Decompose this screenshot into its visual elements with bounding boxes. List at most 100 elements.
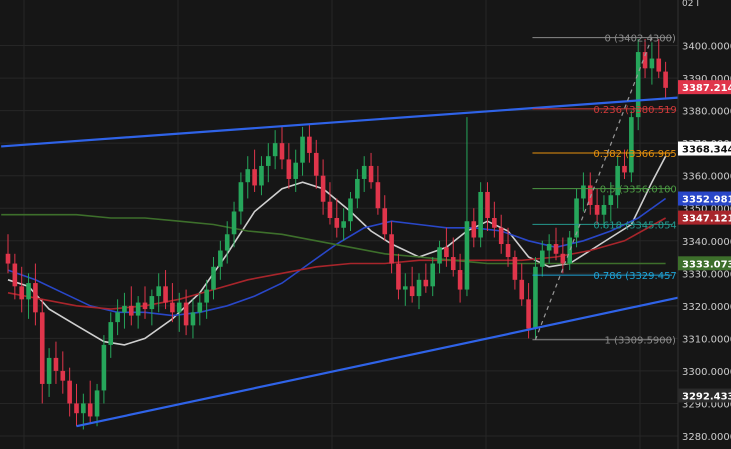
candle — [341, 208, 346, 241]
candle-body — [108, 322, 114, 345]
candle — [492, 201, 497, 238]
price-tag-label: 3347.1211 — [682, 214, 731, 225]
candle-body — [115, 312, 120, 323]
chart-container: 0 (3402.4300) 0.236 (3380.5198) 0.382 (336… — [0, 0, 731, 449]
candle-body — [430, 263, 435, 287]
moving-average-line — [7, 155, 667, 346]
candle — [238, 172, 244, 225]
candle — [382, 195, 388, 241]
candle-body — [197, 302, 203, 313]
candle — [478, 182, 483, 248]
candle — [430, 257, 435, 297]
candle-body — [629, 117, 634, 173]
price-tag: 3387.2146 — [678, 80, 731, 95]
candle — [416, 273, 422, 310]
candle-body — [26, 283, 31, 300]
candle — [663, 61, 668, 98]
candle — [12, 253, 18, 300]
candle-body — [307, 136, 312, 153]
candle-body — [149, 296, 155, 310]
candle — [266, 143, 271, 183]
candle — [245, 156, 251, 199]
fib-level-label: 0 (3402.4300) — [605, 34, 677, 45]
candle-body — [60, 370, 66, 381]
trendline — [1, 96, 679, 148]
candle-body — [622, 165, 627, 173]
candle — [635, 39, 641, 131]
candle-body — [135, 302, 141, 316]
candle-body — [81, 403, 86, 414]
candle-body — [560, 253, 566, 264]
candle — [190, 299, 196, 339]
candle-body — [293, 162, 298, 179]
candle — [252, 149, 257, 192]
candle-body — [355, 178, 360, 199]
candle-body — [505, 244, 511, 258]
candle-body — [190, 312, 196, 326]
candle-body — [348, 198, 353, 222]
price-tag: 3352.9817 — [678, 191, 731, 206]
candle-body — [231, 211, 237, 235]
price-axis-tick-label: 3340.0000 — [682, 237, 731, 248]
fib-level-label: 1 (3309.5900) — [605, 336, 677, 347]
candle — [498, 214, 504, 254]
candle-body — [252, 169, 257, 186]
candle-body — [512, 257, 518, 280]
candle — [122, 292, 127, 329]
candle-body — [663, 71, 668, 88]
candle — [5, 234, 11, 274]
candle — [46, 348, 52, 397]
candle-body — [608, 195, 614, 205]
price-tag-label: 3292.4336 — [682, 392, 731, 403]
candle-body — [12, 263, 18, 287]
fib-level-label: 0.618 (3345.0549) — [593, 220, 687, 231]
price-axis-tick-label: 3310.0000 — [682, 334, 731, 345]
candle-body — [450, 257, 456, 271]
price-axis-tick-label: 3380.0000 — [682, 107, 731, 118]
candle-body — [368, 165, 374, 183]
candle-body — [94, 390, 100, 417]
candle-body — [272, 143, 278, 157]
candle-body — [533, 266, 538, 329]
candle-body — [204, 289, 209, 303]
candle-body — [382, 208, 388, 235]
candle-body — [471, 221, 477, 238]
candle — [656, 39, 662, 79]
candle-body — [444, 247, 449, 258]
candle — [519, 263, 525, 306]
candle-body — [341, 221, 346, 228]
candle — [87, 380, 93, 423]
candle-body — [409, 286, 415, 297]
price-axis: 3280.00003290.00003300.00003310.00003320… — [677, 0, 731, 449]
price-axis-header: 02 I — [682, 0, 699, 9]
candle-body — [361, 165, 367, 179]
moving-averages — [1, 155, 667, 346]
candle-body — [74, 403, 79, 414]
candle — [211, 257, 216, 300]
price-tag: 3347.1211 — [678, 210, 731, 225]
candle-body — [403, 286, 408, 290]
candle — [396, 253, 401, 300]
candle — [170, 283, 175, 323]
candle — [409, 266, 415, 303]
candle-body — [656, 58, 662, 72]
candle-body — [19, 286, 24, 300]
candle — [129, 286, 134, 326]
price-axis-tick-label: 3300.0000 — [682, 367, 731, 378]
candle — [471, 208, 477, 248]
candle — [313, 139, 319, 189]
fib-level-label: 0.236 (3380.5198) — [593, 105, 687, 116]
candle — [60, 351, 66, 394]
price-axis-tick-label: 3360.0000 — [682, 172, 731, 183]
candle — [464, 117, 470, 297]
price-tag-label: 3352.9817 — [682, 195, 731, 206]
candle — [553, 227, 559, 261]
fib-level-label: 0.786 (3329.4578) — [593, 271, 687, 282]
candle — [156, 273, 161, 313]
candle-body — [259, 165, 264, 186]
candle-body — [423, 279, 429, 287]
candlestick-chart[interactable]: 0 (3402.4300) 0.236 (3380.5198) 0.382 (336… — [0, 0, 731, 449]
candle-body — [327, 201, 333, 218]
candle — [149, 289, 155, 326]
price-tag-label: 3387.2146 — [682, 83, 731, 94]
